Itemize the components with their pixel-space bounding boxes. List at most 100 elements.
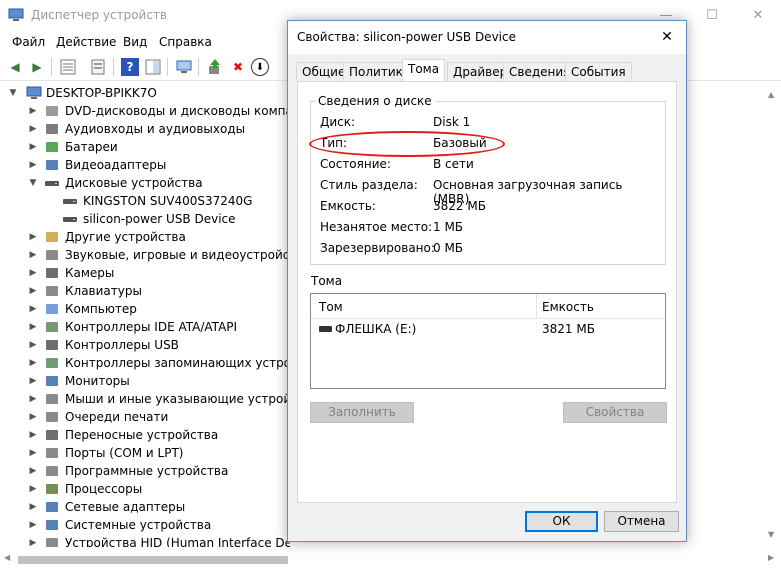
- tree-category-item[interactable]: ▶ Устройства HID (Human Interface Devices…: [28, 534, 290, 547]
- column-capacity[interactable]: Емкость: [542, 300, 594, 314]
- expand-chevron-icon[interactable]: ▶: [28, 120, 38, 138]
- tree-category-item[interactable]: ▶ Камеры: [28, 264, 290, 282]
- tab-events[interactable]: События: [565, 62, 632, 81]
- expand-chevron-icon[interactable]: ▶: [28, 534, 38, 547]
- dvd-icon: [46, 106, 58, 116]
- expand-chevron-icon[interactable]: ▶: [28, 462, 38, 480]
- tree-category-item[interactable]: ▶ Программные устройства: [28, 462, 290, 480]
- menu-help[interactable]: Справка: [159, 35, 212, 49]
- tree-category-item[interactable]: ▶ Порты (COM и LPT): [28, 444, 290, 462]
- forward-arrow-icon[interactable]: ▶: [28, 58, 46, 76]
- expand-chevron-icon[interactable]: ▶: [28, 264, 38, 282]
- maximize-button[interactable]: ☐: [689, 0, 735, 31]
- remove-device-icon[interactable]: ✖: [229, 58, 247, 76]
- expand-chevron-icon[interactable]: ▶: [28, 156, 38, 174]
- expand-chevron-icon[interactable]: ▶: [28, 102, 38, 120]
- tree-category-item[interactable]: ▶ Переносные устройства: [28, 426, 290, 444]
- tree-device-item[interactable]: silicon-power USB Device: [44, 210, 290, 228]
- scroll-up-icon[interactable]: ▲: [768, 90, 774, 99]
- scroll-thumb[interactable]: [18, 556, 288, 564]
- expand-chevron-icon[interactable]: ▶: [28, 300, 38, 318]
- tree-item-label: Дисковые устройства: [65, 176, 203, 190]
- volumes-list[interactable]: Том Емкость ФЛЕШКА (E:) 3821 МБ: [310, 293, 666, 389]
- properties-dialog: Свойства: silicon-power USB Device ✕ Общ…: [287, 20, 687, 542]
- disk-icon: [63, 199, 77, 204]
- unknown-device-icon: [46, 232, 58, 242]
- expand-chevron-icon[interactable]: ▶: [28, 408, 38, 426]
- property-value: 0 МБ: [433, 241, 464, 255]
- expand-chevron-icon[interactable]: ▶: [28, 336, 38, 354]
- horizontal-scrollbar[interactable]: ◀ ▶: [0, 547, 781, 572]
- vertical-scrollbar[interactable]: ▲ ▼: [764, 82, 781, 547]
- expand-chevron-icon[interactable]: ▶: [28, 480, 38, 498]
- expand-chevron-icon[interactable]: ▶: [28, 282, 38, 300]
- tree-category-item[interactable]: ▶ Мониторы: [28, 372, 290, 390]
- battery-icon: [46, 142, 58, 152]
- expand-chevron-icon[interactable]: ▶: [28, 516, 38, 534]
- enable-device-icon[interactable]: ⬇: [251, 58, 269, 76]
- expand-chevron-icon[interactable]: ▶: [28, 498, 38, 516]
- tree-category-item[interactable]: ▶ Контроллеры запоминающих устройств: [28, 354, 290, 372]
- tree-category-item[interactable]: ▶ Клавиатуры: [28, 282, 290, 300]
- tree-item-label: Сетевые адаптеры: [65, 500, 186, 514]
- device-list-icon[interactable]: [89, 58, 107, 76]
- populate-button[interactable]: Заполнить: [310, 402, 414, 423]
- close-button[interactable]: ✕: [735, 0, 781, 31]
- ok-button[interactable]: ОК: [525, 511, 598, 532]
- tree-category-item[interactable]: ▶ Звуковые, игровые и видеоустройства: [28, 246, 290, 264]
- action-panel-icon[interactable]: [144, 58, 162, 76]
- tree-category-item[interactable]: ▶ Контроллеры USB: [28, 336, 290, 354]
- tree-item-label: Видеоадаптеры: [65, 158, 167, 172]
- menu-file[interactable]: Файл: [12, 35, 45, 49]
- volume-properties-button[interactable]: Свойства: [563, 402, 667, 423]
- cancel-button[interactable]: Отмена: [604, 511, 679, 532]
- properties-icon[interactable]: [59, 58, 77, 76]
- tree-category-item[interactable]: ▶ Видеоадаптеры: [28, 156, 290, 174]
- expand-chevron-icon[interactable]: ▶: [28, 444, 38, 462]
- help-icon[interactable]: ?: [121, 58, 139, 76]
- tree-category-item[interactable]: ▼ Дисковые устройства: [28, 174, 290, 192]
- scroll-right-icon[interactable]: ▶: [768, 553, 774, 562]
- volumes-header: Том Емкость: [311, 294, 665, 319]
- scroll-down-icon[interactable]: ▼: [768, 530, 774, 539]
- column-volume[interactable]: Том: [319, 300, 343, 314]
- expand-chevron-icon[interactable]: ▶: [28, 138, 38, 156]
- sound-icon: [46, 250, 58, 260]
- expand-chevron-icon[interactable]: ▶: [28, 426, 38, 444]
- tree-category-item[interactable]: ▶ Сетевые адаптеры: [28, 498, 290, 516]
- expand-chevron-icon[interactable]: ▶: [28, 228, 38, 246]
- collapse-chevron-icon[interactable]: ▼: [8, 84, 18, 102]
- tree-device-item[interactable]: KINGSTON SUV400S37240G: [44, 192, 290, 210]
- expand-chevron-icon[interactable]: ▶: [28, 354, 38, 372]
- property-row: Незанятое место: 1 МБ: [320, 220, 660, 236]
- tree-category-item[interactable]: ▶ Батареи: [28, 138, 290, 156]
- expand-chevron-icon[interactable]: ▶: [28, 246, 38, 264]
- update-driver-icon[interactable]: [206, 58, 224, 76]
- scan-hardware-icon[interactable]: [175, 58, 193, 76]
- scroll-left-icon[interactable]: ◀: [4, 553, 10, 562]
- tree-category-item[interactable]: ▶ Контроллеры IDE ATA/ATAPI: [28, 318, 290, 336]
- collapse-chevron-icon[interactable]: ▼: [28, 174, 38, 192]
- menu-view[interactable]: Вид: [123, 35, 147, 49]
- tree-category-item[interactable]: ▶ Системные устройства: [28, 516, 290, 534]
- tree-category-item[interactable]: ▶ Другие устройства: [28, 228, 290, 246]
- tree-category-item[interactable]: ▶ DVD-дисководы и дисководы компакт-диско…: [28, 102, 290, 120]
- tree-item-label: Аудиовходы и аудиовыходы: [65, 122, 246, 136]
- menu-action[interactable]: Действие: [56, 35, 116, 49]
- dialog-close-button[interactable]: ✕: [654, 25, 680, 49]
- tree-category-item[interactable]: ▶ Процессоры: [28, 480, 290, 498]
- tree-root[interactable]: ▼ DESKTOP-BPIKK7O: [8, 84, 288, 102]
- display-adapter-icon: [46, 160, 58, 170]
- speaker-icon: [46, 124, 58, 134]
- tree-category-item[interactable]: ▶ Мыши и иные указывающие устройства: [28, 390, 290, 408]
- tree-category-item[interactable]: ▶ Очереди печати: [28, 408, 290, 426]
- volume-row[interactable]: ФЛЕШКА (E:) 3821 МБ: [311, 320, 665, 338]
- back-arrow-icon[interactable]: ◀: [6, 58, 24, 76]
- expand-chevron-icon[interactable]: ▶: [28, 390, 38, 408]
- tab-volumes[interactable]: Тома: [402, 59, 446, 82]
- expand-chevron-icon[interactable]: ▶: [28, 372, 38, 390]
- tree-category-item[interactable]: ▶ Компьютер: [28, 300, 290, 318]
- drive-icon: [319, 326, 332, 332]
- expand-chevron-icon[interactable]: ▶: [28, 318, 38, 336]
- tree-category-item[interactable]: ▶ Аудиовходы и аудиовыходы: [28, 120, 290, 138]
